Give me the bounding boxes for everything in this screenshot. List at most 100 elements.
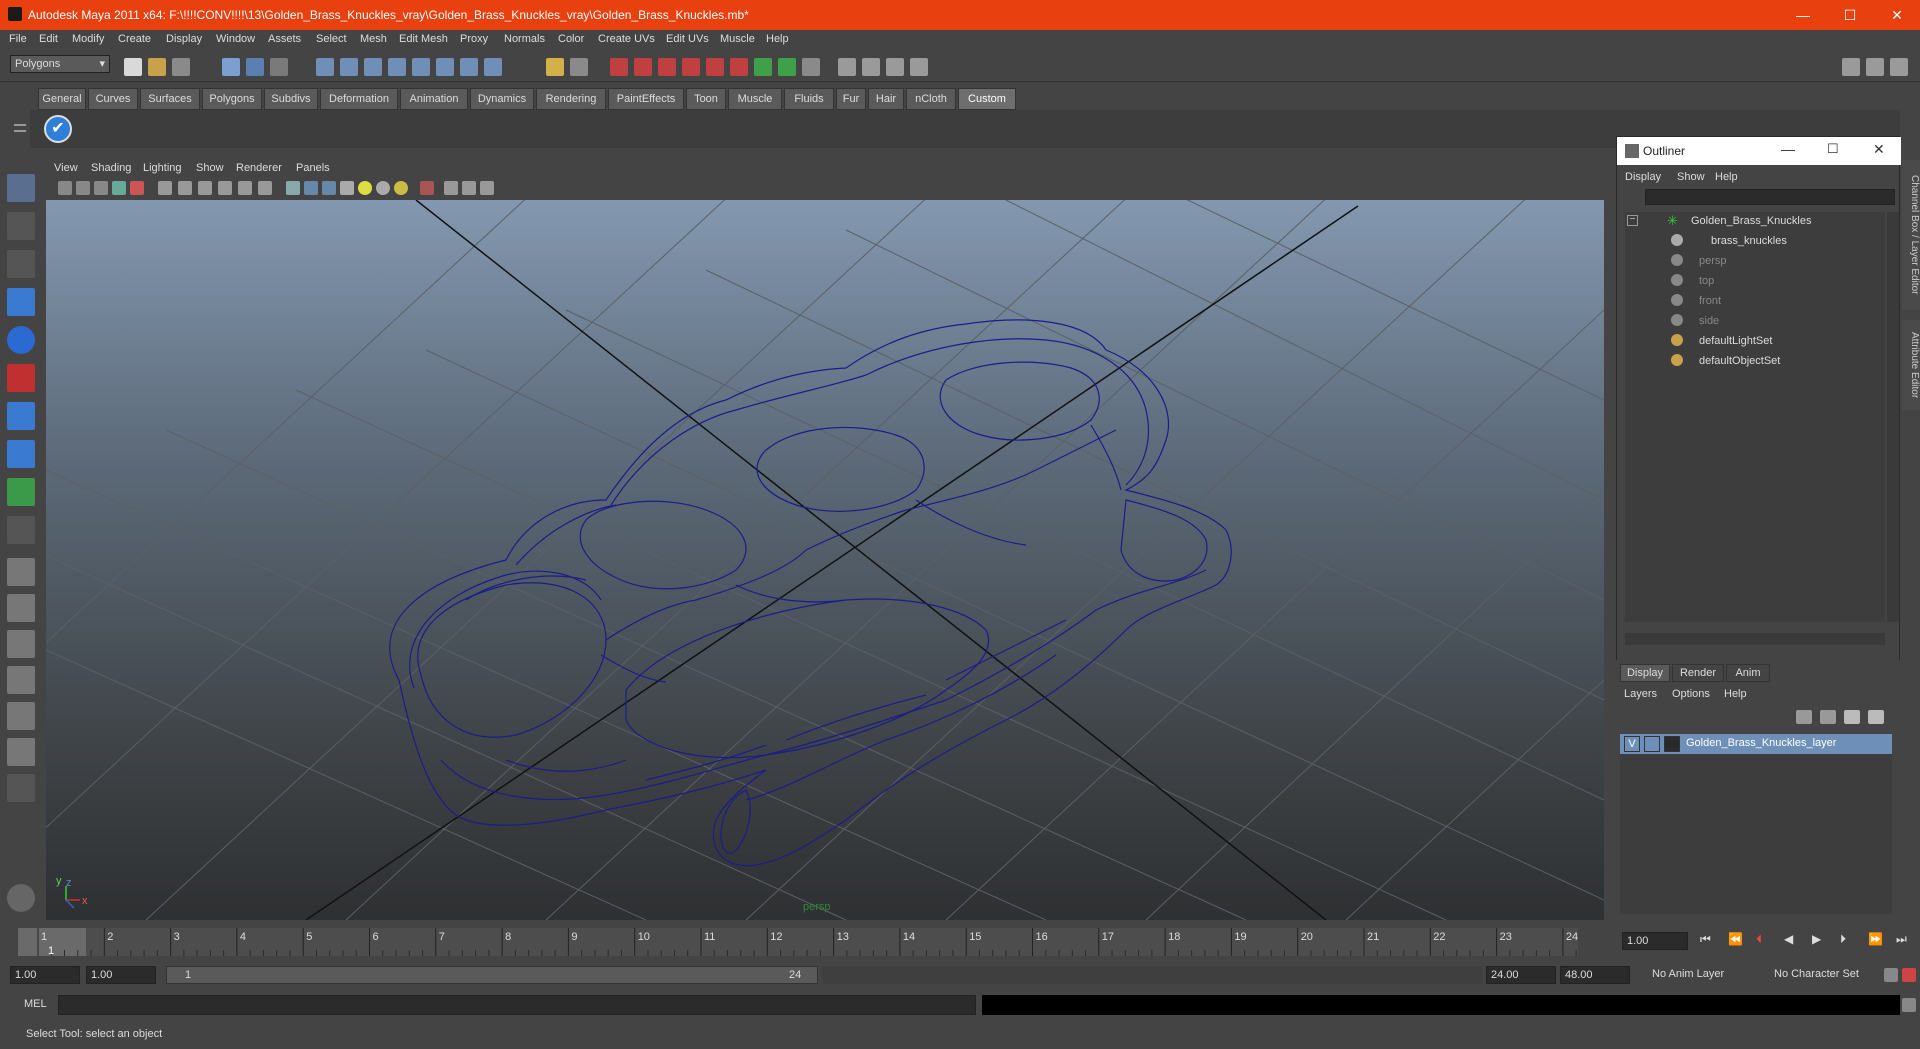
safe-title-icon[interactable] — [258, 181, 272, 195]
channel-box-side-tab[interactable]: Channel Box / Layer Editor — [1902, 160, 1920, 310]
new-layer-icon[interactable] — [1844, 710, 1860, 724]
layer-row[interactable]: V Golden_Brass_Knuckles_layer — [1620, 734, 1892, 754]
shelf-tab-subdivs[interactable]: Subdivs — [264, 88, 318, 110]
shelf-tab-hair[interactable]: Hair — [868, 88, 904, 110]
textured-icon[interactable] — [340, 181, 354, 195]
layer-menu-layers[interactable]: Layers — [1624, 688, 1657, 700]
viewport-menu-view[interactable]: View — [54, 162, 78, 174]
custom-check-icon[interactable]: ✔ — [44, 115, 72, 143]
image-plane-icon[interactable] — [112, 181, 126, 195]
character-set-dropdown[interactable]: No Character Set — [1770, 966, 1882, 984]
viewport-menu-lighting[interactable]: Lighting — [143, 162, 182, 174]
move-layer-down-icon[interactable] — [1820, 710, 1836, 724]
layer-editor-icon[interactable] — [910, 58, 928, 76]
outliner-menu-display[interactable]: Display — [1625, 171, 1661, 183]
snap-surface-icon[interactable] — [412, 58, 430, 76]
render-view-icon[interactable] — [706, 58, 724, 76]
layer-color-swatch[interactable] — [1664, 736, 1680, 752]
layer-tab-anim[interactable]: Anim — [1726, 664, 1770, 682]
shelf-tab-fur[interactable]: Fur — [836, 88, 866, 110]
four-pane-layout-icon[interactable] — [7, 594, 35, 622]
new-layer-selected-icon[interactable] — [1868, 710, 1884, 724]
safe-action-icon[interactable] — [238, 181, 252, 195]
outliner-persp-layout-icon[interactable] — [7, 630, 35, 658]
xray-icon[interactable] — [444, 181, 458, 195]
brass-knuckles-wireframe[interactable] — [389, 319, 1232, 867]
smooth-shade-icon[interactable] — [304, 181, 318, 195]
panel-layout-icon[interactable] — [1842, 58, 1860, 76]
play-forward-icon[interactable]: ▶ — [1812, 932, 1821, 946]
select-component-icon[interactable] — [270, 58, 288, 76]
menu-color[interactable]: Color — [558, 33, 584, 45]
shelf-tab-ncloth[interactable]: nCloth — [906, 88, 956, 110]
menu-edit[interactable]: Edit — [39, 33, 58, 45]
more-layouts-icon[interactable] — [7, 774, 35, 802]
show-manipulator-icon[interactable] — [7, 478, 35, 506]
menu-help[interactable]: Help — [766, 33, 789, 45]
shelf-tab-custom[interactable]: Custom — [958, 88, 1016, 110]
snap-plane-icon[interactable] — [388, 58, 406, 76]
snap-grid-icon[interactable] — [316, 58, 334, 76]
viewport-menu-shading[interactable]: Shading — [91, 162, 131, 174]
layer-tab-display[interactable]: Display — [1620, 664, 1670, 682]
single-pane-layout-icon[interactable] — [7, 558, 35, 586]
shelf-tab-muscle[interactable]: Muscle — [728, 88, 782, 110]
rename-icon[interactable] — [778, 58, 796, 76]
open-scene-icon[interactable] — [148, 58, 166, 76]
time-slider[interactable]: 1 2 3 4 5 6 7 8 9 10 11 12 13 14 15 16 17 18 19 20 21 22 23 24 1… — [0, 924, 1920, 958]
select-tool-icon[interactable] — [7, 174, 35, 202]
viewport-menu-renderer[interactable]: Renderer — [236, 162, 282, 174]
input-line-icon[interactable] — [754, 58, 772, 76]
batch-render-icon[interactable] — [730, 58, 748, 76]
snap-point-icon[interactable] — [364, 58, 382, 76]
snap-curve-icon[interactable] — [340, 58, 358, 76]
scale-tool-icon[interactable] — [7, 364, 35, 392]
shelf-tab-toon[interactable]: Toon — [686, 88, 726, 110]
go-to-end-icon[interactable]: ⏭ — [1896, 932, 1907, 947]
menu-create-uvs[interactable]: Create UVs — [598, 33, 655, 45]
paint-select-tool-icon[interactable] — [7, 250, 35, 278]
render-frame-icon[interactable] — [610, 58, 628, 76]
menu-display[interactable]: Display — [166, 33, 202, 45]
collapse-toggle-icon[interactable]: − — [1627, 215, 1638, 226]
tool-settings-icon[interactable] — [862, 58, 880, 76]
end-time-field[interactable]: 24.00 — [1486, 966, 1556, 984]
menu-proxy[interactable]: Proxy — [460, 33, 488, 45]
menu-mesh[interactable]: Mesh — [360, 33, 387, 45]
outliner-menu-show[interactable]: Show — [1677, 171, 1705, 183]
soft-modification-icon[interactable] — [7, 440, 35, 468]
bookmark-icon[interactable] — [94, 181, 108, 195]
shelf-tab-deformation[interactable]: Deformation — [320, 88, 398, 110]
help-icon[interactable] — [484, 58, 502, 76]
wireframe-icon[interactable] — [286, 181, 300, 195]
lock-icon[interactable] — [546, 58, 564, 76]
go-to-start-icon[interactable]: ⏮ — [1700, 932, 1711, 947]
outliner-item-top[interactable]: top — [1699, 275, 1714, 287]
current-time-field[interactable]: 1.00 — [1622, 932, 1688, 950]
minimize-button[interactable]: — — [1780, 0, 1826, 30]
wireframe-on-shaded-icon[interactable] — [322, 181, 336, 195]
shelf-tab-general[interactable]: General — [38, 88, 86, 110]
menu-window[interactable]: Window — [216, 33, 255, 45]
isolate-select-icon[interactable] — [420, 181, 434, 195]
field-chart-icon[interactable] — [218, 181, 232, 195]
outliner-item-object-set[interactable]: defaultObjectSet — [1699, 355, 1780, 367]
mel-input[interactable] — [58, 995, 976, 1015]
anim-layer-dropdown[interactable]: No Anim Layer — [1648, 966, 1756, 984]
menu-edit-uvs[interactable]: Edit UVs — [666, 33, 709, 45]
move-layer-up-icon[interactable] — [1796, 710, 1812, 724]
hypershade-icon[interactable] — [682, 58, 700, 76]
menu-muscle[interactable]: Muscle — [720, 33, 755, 45]
construction-history-icon[interactable] — [570, 58, 588, 76]
layer-visibility-toggle[interactable]: V — [1624, 736, 1640, 752]
gate-mask-icon[interactable] — [198, 181, 212, 195]
new-scene-icon[interactable] — [124, 58, 142, 76]
layer-playback-toggle[interactable] — [1644, 736, 1660, 752]
camera-attributes-icon[interactable] — [76, 181, 90, 195]
script-layout-icon[interactable] — [7, 738, 35, 766]
snap-live-icon[interactable] — [460, 58, 478, 76]
outliner-item-persp[interactable]: persp — [1699, 255, 1727, 267]
select-hierarchy-icon[interactable] — [222, 58, 240, 76]
outliner-horizontal-scrollbar[interactable] — [1625, 633, 1885, 645]
graph-toggle-icon[interactable] — [1890, 58, 1908, 76]
